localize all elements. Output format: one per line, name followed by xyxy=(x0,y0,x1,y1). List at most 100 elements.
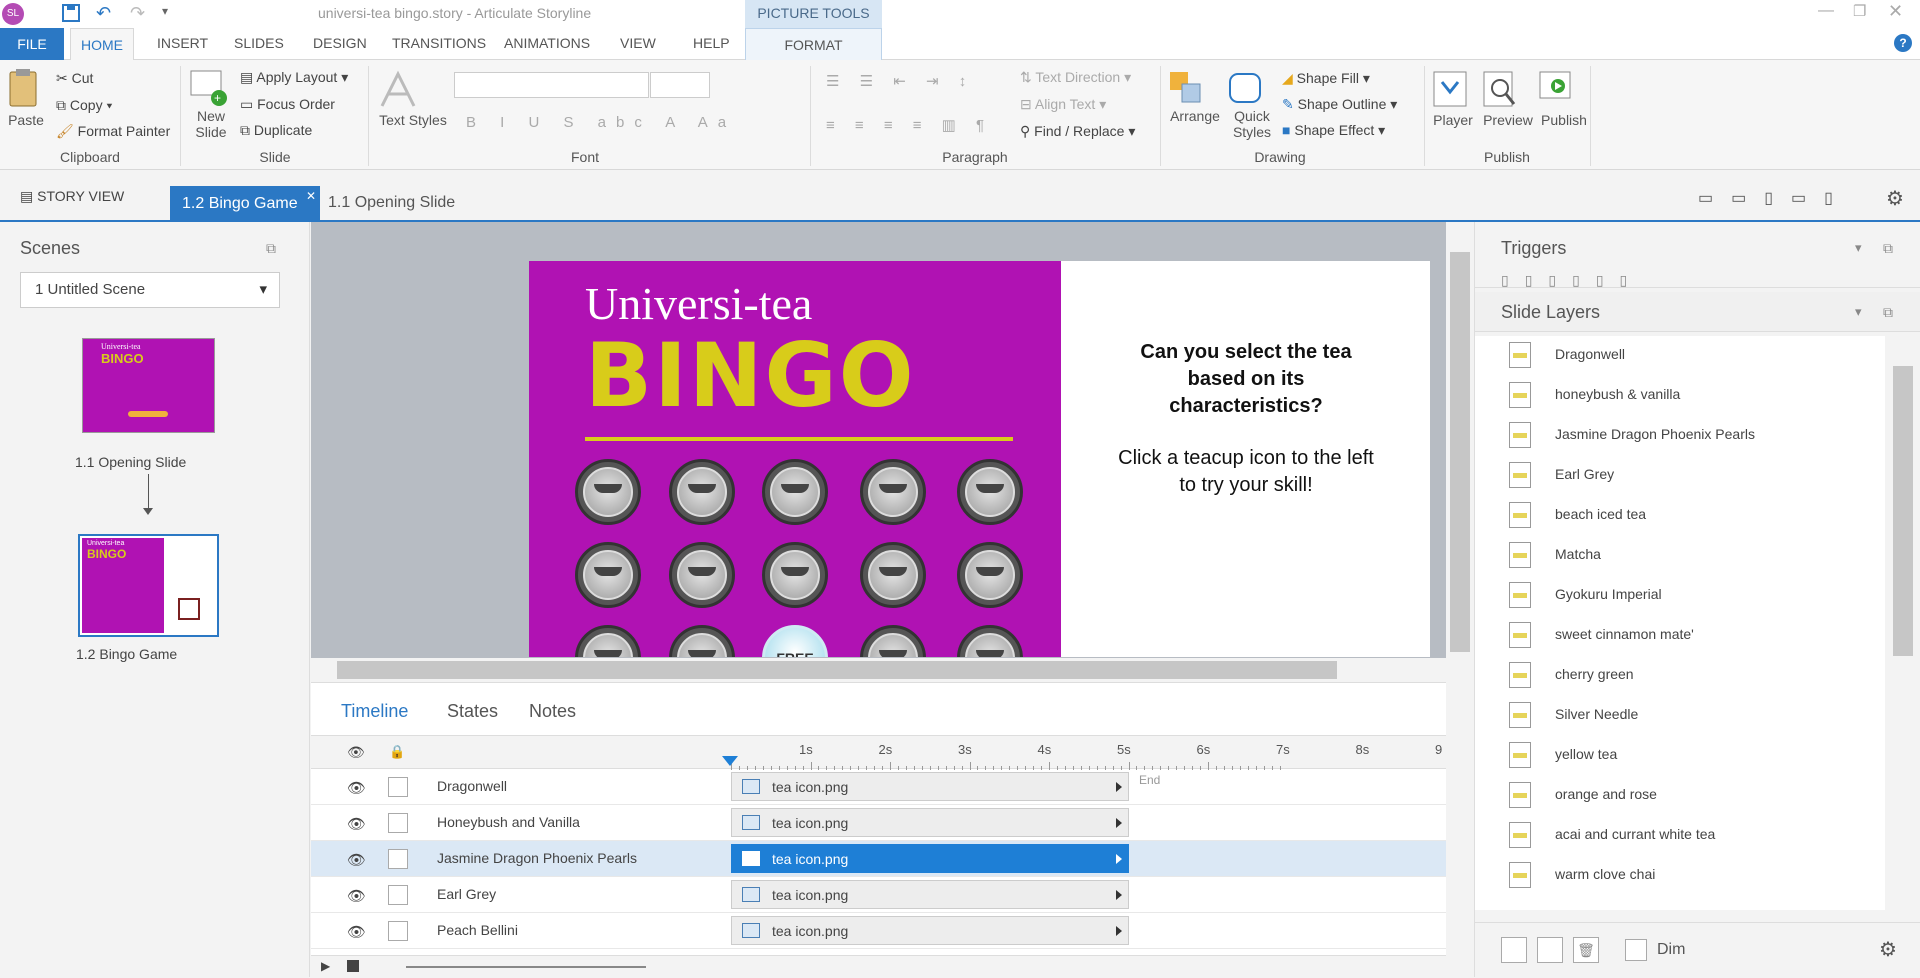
layer-item[interactable]: Earl Grey xyxy=(1475,456,1885,496)
play-icon[interactable]: ▶ xyxy=(321,959,330,973)
find-replace-button[interactable]: ⚲ Find / Replace ▾ xyxy=(1020,123,1135,140)
copy-button[interactable]: ⧉ Copy ▾ xyxy=(56,97,112,114)
shape-fill-button[interactable]: ◢ Shape Fill ▾ xyxy=(1282,70,1370,87)
eye-icon[interactable]: 👁 xyxy=(347,815,366,833)
eye-icon[interactable]: 👁 xyxy=(347,779,366,797)
tab-help[interactable]: HELP xyxy=(693,35,730,51)
tab-format[interactable]: FORMAT xyxy=(745,28,882,60)
layer-item[interactable]: honeybush & vanilla xyxy=(1475,376,1885,416)
tab-home[interactable]: HOME xyxy=(70,28,134,61)
publish-button[interactable]: Publish xyxy=(1536,68,1592,128)
tab-notes[interactable]: Notes xyxy=(529,701,576,722)
timeline-row[interactable]: 👁 Dragonwell tea icon.png xyxy=(311,769,1446,805)
eye-icon[interactable]: 👁 xyxy=(347,923,366,941)
font-family-select[interactable] xyxy=(454,72,649,98)
scenes-dock-icon[interactable]: ⧉ xyxy=(266,240,276,257)
teacup-icon[interactable] xyxy=(762,542,828,608)
duplicate-button[interactable]: ⧉ Duplicate xyxy=(240,122,312,139)
minimize-icon[interactable]: — xyxy=(1818,2,1834,20)
layer-item[interactable]: yellow tea xyxy=(1475,736,1885,776)
layer-item[interactable]: beach iced tea xyxy=(1475,496,1885,536)
tab-design[interactable]: DESIGN xyxy=(313,35,367,51)
layer-item[interactable]: Matcha xyxy=(1475,536,1885,576)
layers-dock-icon[interactable]: ⧉ xyxy=(1883,304,1893,321)
tab-transitions[interactable]: TRANSITIONS xyxy=(392,35,486,51)
tab-insert[interactable]: INSERT xyxy=(157,35,208,51)
story-view-tab[interactable]: ▤ STORY VIEW xyxy=(20,180,165,212)
slide-thumb-opening[interactable]: Universi-tea BINGO xyxy=(82,338,215,433)
teacup-icon[interactable] xyxy=(957,542,1023,608)
layer-item[interactable]: Gyokuru Imperial xyxy=(1475,576,1885,616)
teacup-icon[interactable] xyxy=(762,459,828,525)
eye-icon[interactable]: 👁 xyxy=(347,851,366,869)
layer-item[interactable]: Dragonwell xyxy=(1475,336,1885,376)
lock-checkbox[interactable] xyxy=(388,885,408,905)
lock-checkbox[interactable] xyxy=(388,921,408,941)
zoom-slider[interactable] xyxy=(406,966,646,968)
teacup-icon[interactable] xyxy=(575,542,641,608)
text-styles-button[interactable]: Text Styles xyxy=(376,68,450,128)
timeline-row[interactable]: 👁 Earl Grey tea icon.png xyxy=(311,877,1446,913)
slide-thumb-bingo[interactable]: Universi-tea BINGO xyxy=(78,534,219,637)
expand-arrow-icon[interactable] xyxy=(1116,854,1122,864)
expand-arrow-icon[interactable] xyxy=(1116,890,1122,900)
align-buttons[interactable]: ≡ ≡ ≡ ≡ ▥ ¶ xyxy=(826,116,992,134)
slide-bingo-board[interactable]: Universi-tea BINGO FREE xyxy=(529,261,1061,657)
end-marker[interactable]: End xyxy=(1139,773,1160,787)
teacup-icon[interactable] xyxy=(575,625,641,657)
teacup-icon[interactable] xyxy=(669,542,735,608)
player-button[interactable]: Player xyxy=(1430,68,1476,128)
paste-button[interactable]: Paste xyxy=(6,68,46,128)
tab-opening-slide[interactable]: 1.1 Opening Slide xyxy=(328,194,455,212)
layer-settings-gear-icon[interactable]: ⚙ xyxy=(1879,937,1897,962)
layer-item[interactable]: acai and currant white tea xyxy=(1475,816,1885,856)
settings-gear-icon[interactable]: ⚙ xyxy=(1886,186,1904,211)
scene-select[interactable]: 1 Untitled Scene ▾ xyxy=(20,272,280,308)
lock-checkbox[interactable] xyxy=(388,849,408,869)
canvas-vscroll[interactable] xyxy=(1446,222,1474,658)
preview-button[interactable]: Preview xyxy=(1480,68,1536,128)
device-preview-icons[interactable]: ▭▭▯▭▯ xyxy=(1698,188,1851,208)
triggers-dock-icon[interactable]: ⧉ xyxy=(1883,240,1893,257)
layer-item[interactable]: sweet cinnamon mate' xyxy=(1475,616,1885,656)
delete-layer-icon[interactable]: 🗑 xyxy=(1573,937,1599,963)
layer-item[interactable]: Silver Needle xyxy=(1475,696,1885,736)
layer-item[interactable]: Jasmine Dragon Phoenix Pearls xyxy=(1475,416,1885,456)
teacup-icon[interactable] xyxy=(575,459,641,525)
quick-styles-button[interactable]: Quick Styles xyxy=(1226,68,1278,140)
font-size-select[interactable] xyxy=(650,72,710,98)
close-icon[interactable]: ✕ xyxy=(1888,1,1903,22)
teacup-icon[interactable] xyxy=(669,625,735,657)
lock-checkbox[interactable] xyxy=(388,777,408,797)
align-text-button[interactable]: ⊟ Align Text ▾ xyxy=(1020,96,1106,113)
duplicate-layer-icon[interactable] xyxy=(1537,937,1563,963)
trigger-tool-icons[interactable]: ▯▯▯▯▯▯ xyxy=(1501,272,1643,287)
triggers-collapse-icon[interactable]: ▾ xyxy=(1855,240,1862,256)
tab-bingo-game[interactable]: 1.2 Bingo Game ✕ xyxy=(170,186,320,222)
layer-item[interactable]: orange and rose xyxy=(1475,776,1885,816)
stop-icon[interactable] xyxy=(347,960,359,972)
tab-view[interactable]: VIEW xyxy=(620,35,656,51)
timeline-bar[interactable]: tea icon.png xyxy=(731,772,1129,801)
list-buttons[interactable]: ☰ ☰ ⇤ ⇥ ↕ xyxy=(826,72,974,90)
redo-icon[interactable]: ↷ xyxy=(130,3,145,24)
tab-timeline[interactable]: Timeline xyxy=(341,701,408,722)
timeline-bar[interactable]: tea icon.png xyxy=(731,880,1129,909)
lock-checkbox[interactable] xyxy=(388,813,408,833)
teacup-icon[interactable] xyxy=(860,542,926,608)
timeline-row[interactable]: 👁 Peach Bellini tea icon.png xyxy=(311,913,1446,949)
arrange-button[interactable]: Arrange xyxy=(1166,68,1224,124)
save-icon[interactable] xyxy=(62,4,80,22)
shape-outline-button[interactable]: ✎ Shape Outline ▾ xyxy=(1282,96,1397,113)
font-format-buttons[interactable]: B I U S abc A Aa xyxy=(466,114,736,131)
expand-arrow-icon[interactable] xyxy=(1116,926,1122,936)
playhead-icon[interactable] xyxy=(722,756,738,766)
teacup-icon[interactable] xyxy=(860,625,926,657)
layers-collapse-icon[interactable]: ▾ xyxy=(1855,304,1862,320)
teacup-icon[interactable] xyxy=(957,459,1023,525)
restore-icon[interactable]: ❐ xyxy=(1853,2,1866,20)
tab-states[interactable]: States xyxy=(447,701,498,722)
layer-item[interactable]: warm clove chai xyxy=(1475,856,1885,896)
lock-icon[interactable]: 🔒 xyxy=(389,744,405,760)
free-space[interactable]: FREE xyxy=(762,625,828,657)
